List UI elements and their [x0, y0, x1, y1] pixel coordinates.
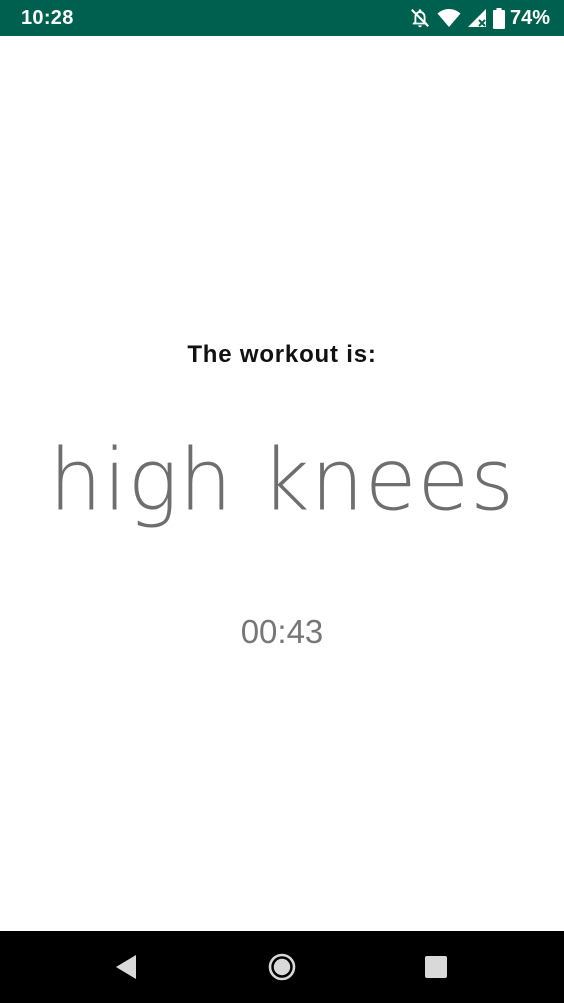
workout-heading: The workout is:: [187, 341, 377, 368]
recents-button[interactable]: [396, 931, 476, 1003]
workout-name: high knees: [49, 430, 515, 530]
status-bar: 10:28 74%: [0, 0, 564, 36]
notifications-off-icon: [409, 7, 431, 29]
workout-timer: 00:43: [240, 613, 324, 650]
home-icon: [268, 953, 296, 981]
wifi-icon: [437, 8, 461, 28]
workout-screen: The workout is: high knees 00:43: [0, 36, 564, 931]
home-button[interactable]: [242, 931, 322, 1003]
cell-signal-icon: [467, 8, 487, 28]
status-icons: 74%: [403, 6, 550, 30]
navigation-bar: [0, 931, 564, 1003]
battery-icon: [492, 7, 505, 29]
back-button[interactable]: [86, 931, 166, 1003]
recents-icon: [425, 956, 447, 978]
status-time: 10:28: [21, 7, 74, 29]
back-icon: [114, 954, 138, 980]
battery-percentage: 74%: [509, 6, 550, 29]
